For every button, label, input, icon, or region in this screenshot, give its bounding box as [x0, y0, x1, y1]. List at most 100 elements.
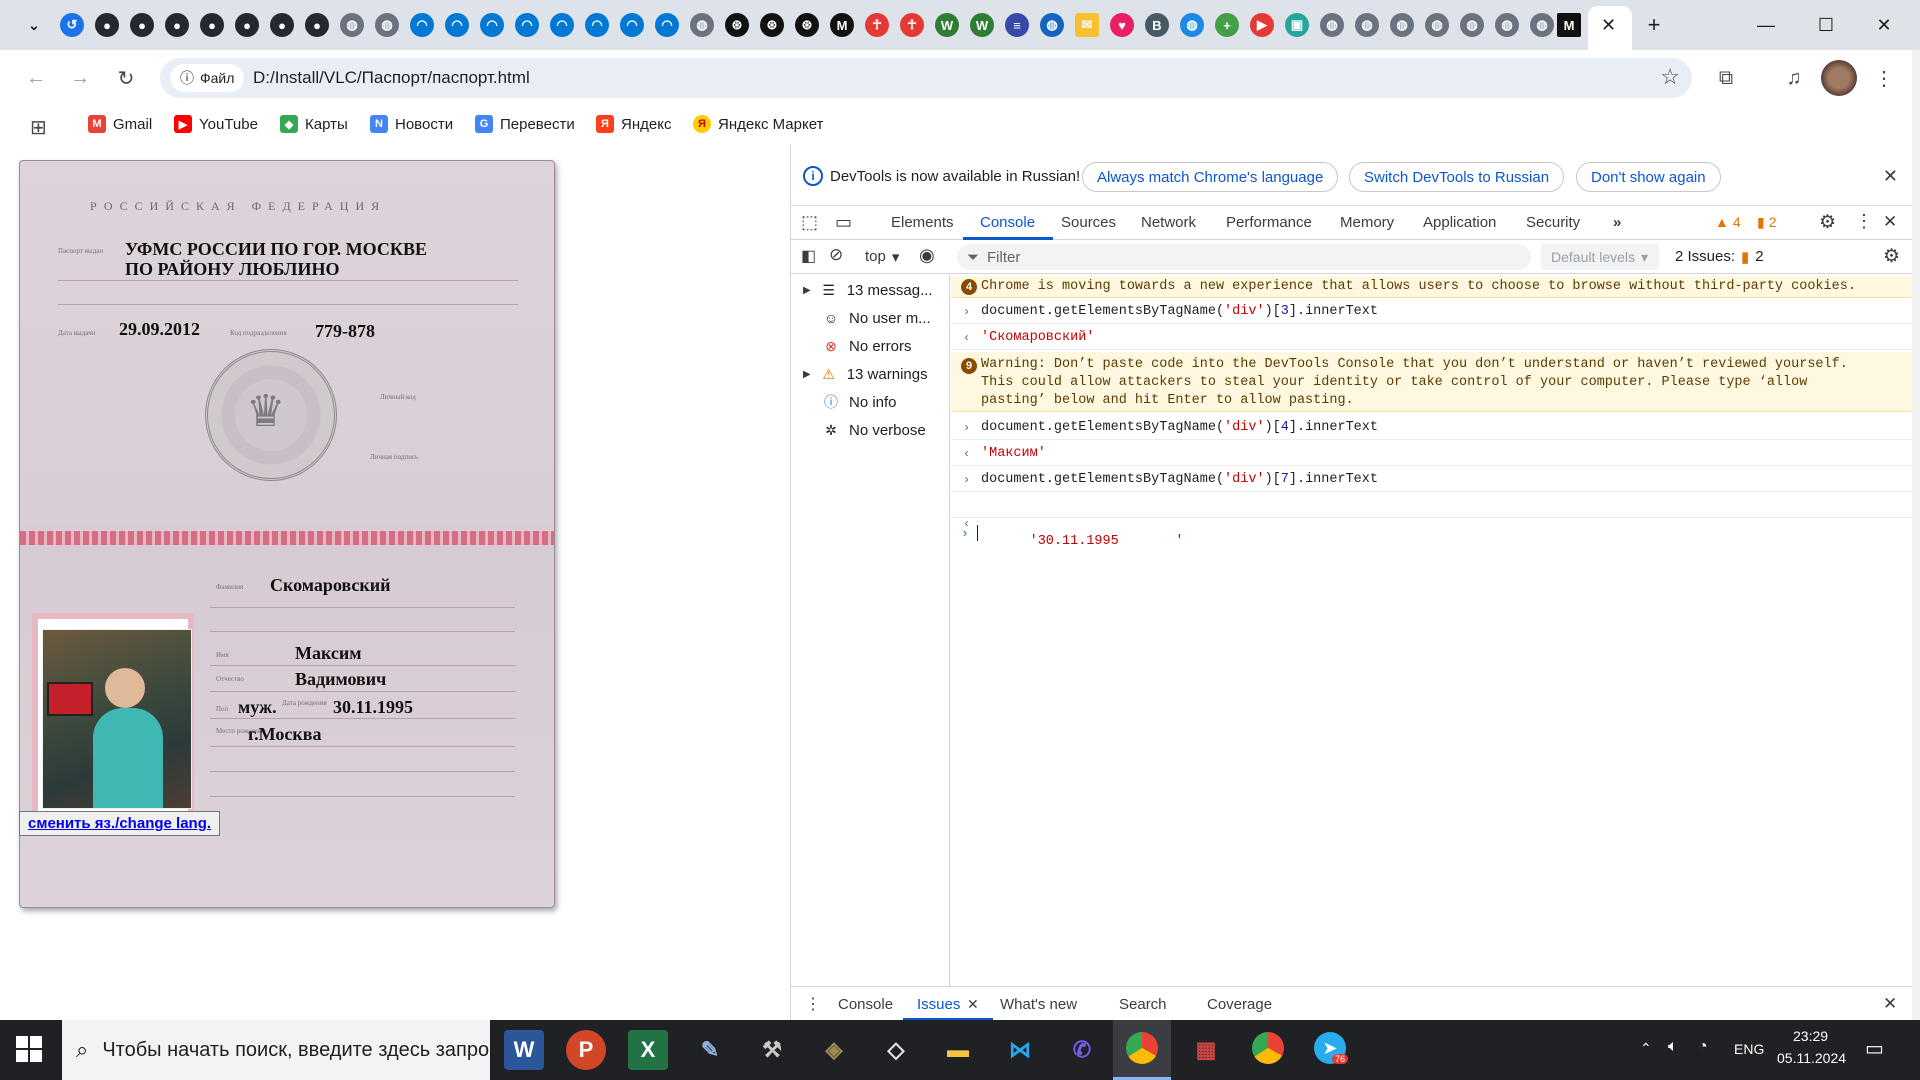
tab-play-icon[interactable]: ▶ [1250, 13, 1274, 37]
drawer-tab-console[interactable]: Console [838, 996, 893, 1013]
sidebar-item-errors[interactable]: ⊗ No errors [821, 334, 911, 358]
bookmark-news[interactable]: N Новости [370, 115, 453, 133]
tab-github-icon[interactable]: ● [165, 13, 189, 37]
tab-memory[interactable]: Memory [1340, 214, 1394, 231]
tab-globe-icon[interactable]: ◍ [1390, 13, 1414, 37]
vscode-icon[interactable]: ⋈ [1000, 1030, 1040, 1070]
clear-console-icon[interactable]: ⊘ [829, 245, 843, 265]
tab-edge-icon[interactable]: ◠ [480, 13, 504, 37]
new-tab-icon[interactable]: + [1642, 12, 1666, 37]
close-tab-icon[interactable]: ✕ [1601, 15, 1616, 36]
address-bar[interactable]: ⓘ Файл D:/Install/VLC/Паспорт/паспорт.ht… [160, 58, 1692, 98]
drawer-tab-search[interactable]: Search [1119, 996, 1167, 1013]
console-prompt[interactable]: › [961, 522, 978, 544]
tab-globe-icon[interactable]: ◍ [375, 13, 399, 37]
file-explorer-icon[interactable]: ▬ [938, 1030, 978, 1070]
menu-dots-icon[interactable]: ⋮ [1866, 60, 1902, 96]
drawer-tab-whats-new[interactable]: What's new [1000, 996, 1077, 1013]
tab-globe-icon[interactable]: ◍ [1495, 13, 1519, 37]
settings-gear-icon[interactable]: ⚙ [1819, 211, 1836, 234]
tab-edge-icon[interactable]: ◠ [515, 13, 539, 37]
tab-globe-icon[interactable]: ◍ [1460, 13, 1484, 37]
tab-edge-icon[interactable]: ◠ [550, 13, 574, 37]
tab-globe-icon[interactable]: ◍ [1355, 13, 1379, 37]
tab-m-icon[interactable]: M [1557, 13, 1581, 37]
bookmark-youtube[interactable]: ▶ YouTube [174, 115, 258, 133]
tab-person-icon[interactable]: ☥ [865, 13, 889, 37]
sidebar-item-messages[interactable]: ▶ ☰ 13 messag... [803, 278, 933, 302]
tab-edge-icon[interactable]: ◠ [410, 13, 434, 37]
tab-globe-icon[interactable]: ◍ [1040, 13, 1064, 37]
tab-edge-icon[interactable]: ◠ [445, 13, 469, 37]
paint-icon[interactable]: ✎ [690, 1030, 730, 1070]
sidebar-toggle-icon[interactable]: ◧ [801, 246, 816, 266]
chrome-active-taskbar-item[interactable] [1113, 1020, 1171, 1080]
viber-icon[interactable]: ✆ [1062, 1030, 1102, 1070]
tab-openai-icon[interactable]: ⊛ [760, 13, 784, 37]
volume-icon[interactable]: 🔈︎ [1668, 1038, 1678, 1056]
tab-globe-icon[interactable]: ◍ [1180, 13, 1204, 37]
tab-b-icon[interactable]: B [1145, 13, 1169, 37]
more-tabs-icon[interactable]: » [1613, 214, 1621, 231]
tab-github-icon[interactable]: ● [235, 13, 259, 37]
tab-globe-icon[interactable]: ◍ [340, 13, 364, 37]
tools-icon[interactable]: ⚒ [752, 1030, 792, 1070]
switch-russian-button[interactable]: Switch DevTools to Russian [1349, 162, 1565, 192]
tab-github-icon[interactable]: ● [95, 13, 119, 37]
bookmark-translate[interactable]: G Перевести [475, 115, 575, 133]
inspect-element-icon[interactable]: ⬚ [801, 212, 818, 233]
winrar-icon[interactable]: ▦ [1186, 1030, 1226, 1070]
close-window-icon[interactable]: ✕ [1856, 0, 1912, 50]
drawer-tab-issues[interactable]: Issues [917, 996, 960, 1013]
tab-edge-icon[interactable]: ◠ [620, 13, 644, 37]
warnings-counter[interactable]: ▲ 4 [1715, 214, 1741, 230]
sidebar-item-user-messages[interactable]: ☺ No user m... [821, 306, 931, 330]
excel-icon[interactable]: X [628, 1030, 668, 1070]
page-scrollbar[interactable] [1912, 50, 1920, 1020]
tab-github-icon[interactable]: ● [130, 13, 154, 37]
sidebar-item-info[interactable]: ⓘ No info [821, 390, 897, 414]
tab-list-icon[interactable]: ≡ [1005, 13, 1029, 37]
forward-icon[interactable]: → [62, 60, 98, 96]
change-language-button[interactable]: сменить яз./change lang. [19, 811, 221, 836]
close-infobar-icon[interactable]: ✕ [1883, 166, 1898, 187]
tab-globe-icon[interactable]: ◍ [1530, 13, 1554, 37]
minimize-icon[interactable]: — [1738, 0, 1794, 50]
issues-counter[interactable]: ▮ 2 [1757, 214, 1777, 231]
tab-github-icon[interactable]: ● [305, 13, 329, 37]
notifications-icon[interactable]: ▭ [1865, 1036, 1884, 1061]
taskbar-search-box[interactable]: ⌕ Чтобы начать поиск, введите здесь запр… [62, 1020, 499, 1080]
tab-globe-icon[interactable]: ◍ [1425, 13, 1449, 37]
devtools-menu-icon[interactable]: ⋮ [1855, 211, 1873, 232]
tab-w-icon[interactable]: W [970, 13, 994, 37]
reload-icon[interactable]: ↻ [108, 60, 144, 96]
apps-grid-icon[interactable]: ⊞ [30, 115, 47, 140]
game-icon[interactable]: ◈ [814, 1030, 854, 1070]
tab-person-icon[interactable]: ☥ [900, 13, 924, 37]
tab-application[interactable]: Application [1423, 214, 1496, 231]
console-settings-gear-icon[interactable]: ⚙ [1883, 245, 1900, 268]
tab-m-icon[interactable]: M [830, 13, 854, 37]
match-language-button[interactable]: Always match Chrome's language [1082, 162, 1339, 192]
bookmark-gmail[interactable]: M Gmail [88, 115, 152, 133]
console-output[interactable]: 4 Chrome is moving towards a new experie… [951, 274, 1913, 986]
chrome-icon[interactable] [1252, 1032, 1284, 1064]
clock-date[interactable]: 05.11.2024 [1777, 1050, 1846, 1066]
site-info-chip[interactable]: ⓘ Файл [170, 64, 245, 92]
word-icon[interactable]: W [504, 1030, 544, 1070]
input-language[interactable]: ENG [1734, 1041, 1764, 1057]
tab-elements[interactable]: Elements [891, 214, 954, 231]
live-expression-eye-icon[interactable]: ◉ [919, 245, 935, 266]
tab-mail-icon[interactable]: ✉ [1075, 13, 1099, 37]
drawer-tab-coverage[interactable]: Coverage [1207, 996, 1272, 1013]
close-devtools-icon[interactable]: ✕ [1883, 212, 1897, 232]
sidebar-item-verbose[interactable]: ✲ No verbose [821, 418, 926, 442]
extensions-icon[interactable]: ⧉ [1708, 60, 1744, 96]
tab-globe-icon[interactable]: ◍ [690, 13, 714, 37]
dont-show-again-button[interactable]: Don't show again [1576, 162, 1721, 192]
active-tab[interactable]: ✕ [1588, 6, 1632, 50]
close-drawer-icon[interactable]: ✕ [1883, 994, 1897, 1014]
powerpoint-icon[interactable]: P [566, 1030, 606, 1070]
maximize-icon[interactable]: ☐ [1798, 0, 1854, 50]
drawer-menu-icon[interactable]: ⋮ [805, 994, 821, 1014]
